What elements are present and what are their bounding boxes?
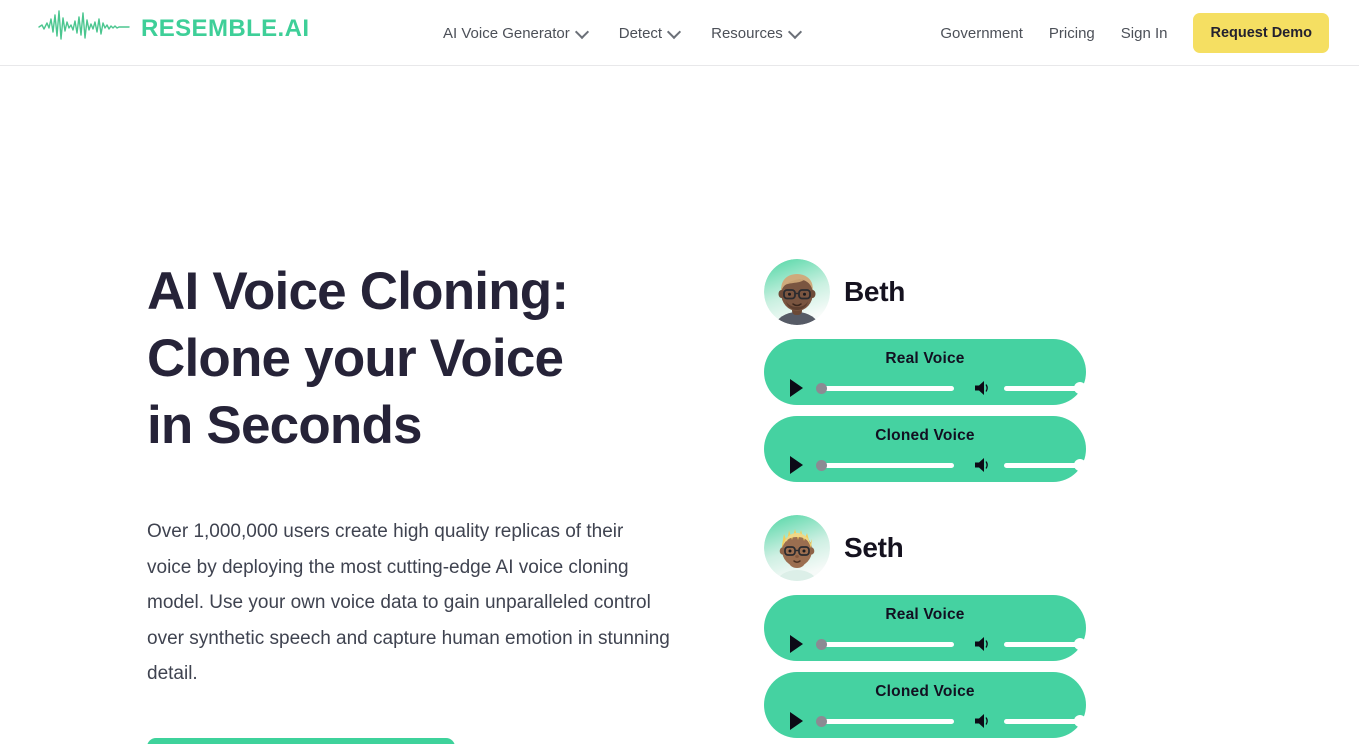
chevron-down-icon — [669, 26, 680, 37]
player-label: Real Voice — [885, 606, 965, 623]
player-label: Cloned Voice — [875, 683, 975, 700]
nav-item-resources[interactable]: Resources — [711, 25, 801, 42]
hero-section: AI Voice Cloning: Clone your Voice in Se… — [0, 66, 1359, 744]
volume-knob[interactable] — [1074, 715, 1086, 727]
voice-group-beth: Beth Real Voice Cloned Voice — [764, 256, 1089, 482]
play-icon[interactable] — [790, 456, 804, 474]
volume-slider[interactable] — [1004, 458, 1086, 472]
player-label: Real Voice — [885, 350, 965, 367]
nav-item-ai-voice-generator[interactable]: AI Voice Generator — [443, 25, 588, 42]
voice-demo-panel: Beth Real Voice Cloned Voice Seth Real V… — [764, 256, 1089, 738]
volume-slider[interactable] — [1004, 637, 1086, 651]
hero-subtitle: Over 1,000,000 users create high quality… — [147, 521, 670, 684]
audio-player-beth-cloned[interactable]: Cloned Voice — [764, 416, 1086, 482]
volume-icon[interactable] — [973, 634, 993, 654]
volume-track — [1004, 641, 1080, 647]
hero-copy: AI Voice Cloning: Clone your Voice in Se… — [147, 258, 707, 744]
nav-label: Resources — [711, 24, 783, 42]
utility-nav: Government Pricing Sign In Request Demo — [940, 0, 1329, 66]
brand-wordmark: RESEMBLE.AI — [141, 14, 310, 42]
nav-item-pricing[interactable]: Pricing — [1049, 25, 1095, 42]
brand-logo[interactable]: RESEMBLE.AI — [38, 9, 309, 48]
request-demo-button[interactable]: Request Demo — [1193, 13, 1329, 53]
seek-knob[interactable] — [815, 715, 827, 727]
seek-slider[interactable] — [815, 458, 955, 472]
nav-item-government[interactable]: Government — [940, 25, 1023, 42]
volume-icon[interactable] — [973, 378, 993, 398]
volume-knob[interactable] — [1074, 459, 1086, 471]
seek-track — [820, 385, 955, 391]
play-icon[interactable] — [790, 635, 804, 653]
volume-track — [1004, 385, 1080, 391]
player-controls — [764, 704, 1086, 738]
volume-knob[interactable] — [1074, 638, 1086, 650]
player-controls — [764, 627, 1086, 661]
avatar-seth-icon — [764, 515, 830, 581]
seek-slider[interactable] — [815, 714, 955, 728]
seek-track — [820, 641, 955, 647]
nav-label: AI Voice Generator — [443, 24, 570, 42]
page-title: AI Voice Cloning: Clone your Voice in Se… — [147, 262, 569, 455]
main-nav: AI Voice Generator Detect Resources — [443, 0, 801, 66]
volume-track — [1004, 462, 1080, 468]
seek-knob[interactable] — [815, 382, 827, 394]
voice-header-seth: Seth — [764, 512, 1089, 584]
volume-slider[interactable] — [1004, 714, 1086, 728]
volume-track — [1004, 718, 1080, 724]
audio-player-seth-real[interactable]: Real Voice — [764, 595, 1086, 661]
player-controls — [764, 371, 1086, 405]
player-controls — [764, 448, 1086, 482]
voice-group-seth: Seth Real Voice Cloned Voice — [764, 512, 1089, 738]
seek-slider[interactable] — [815, 637, 955, 651]
audio-player-beth-real[interactable]: Real Voice — [764, 339, 1086, 405]
seek-knob[interactable] — [815, 459, 827, 471]
audio-player-seth-cloned[interactable]: Cloned Voice — [764, 672, 1086, 738]
voice-name: Seth — [844, 532, 904, 563]
seek-knob[interactable] — [815, 638, 827, 650]
play-icon[interactable] — [790, 712, 804, 730]
waveform-icon — [38, 9, 130, 48]
volume-icon[interactable] — [973, 455, 993, 475]
seek-slider[interactable] — [815, 381, 955, 395]
chevron-down-icon — [790, 26, 801, 37]
volume-knob[interactable] — [1074, 382, 1086, 394]
seek-track — [820, 462, 955, 468]
nav-label: Detect — [618, 24, 663, 42]
nav-item-detect[interactable]: Detect — [619, 25, 680, 42]
nav-item-sign-in[interactable]: Sign In — [1121, 25, 1168, 42]
clone-voice-cta-button[interactable]: Clone your voice for free — [147, 737, 456, 744]
seek-track — [820, 718, 955, 724]
volume-icon[interactable] — [973, 711, 993, 731]
voice-header-beth: Beth — [764, 256, 1089, 328]
site-header: RESEMBLE.AI AI Voice Generator Detect Re… — [0, 0, 1359, 66]
player-label: Cloned Voice — [875, 427, 975, 444]
voice-name: Beth — [844, 276, 906, 307]
avatar-beth-icon — [764, 259, 830, 325]
volume-slider[interactable] — [1004, 381, 1086, 395]
chevron-down-icon — [577, 26, 588, 37]
play-icon[interactable] — [790, 379, 804, 397]
